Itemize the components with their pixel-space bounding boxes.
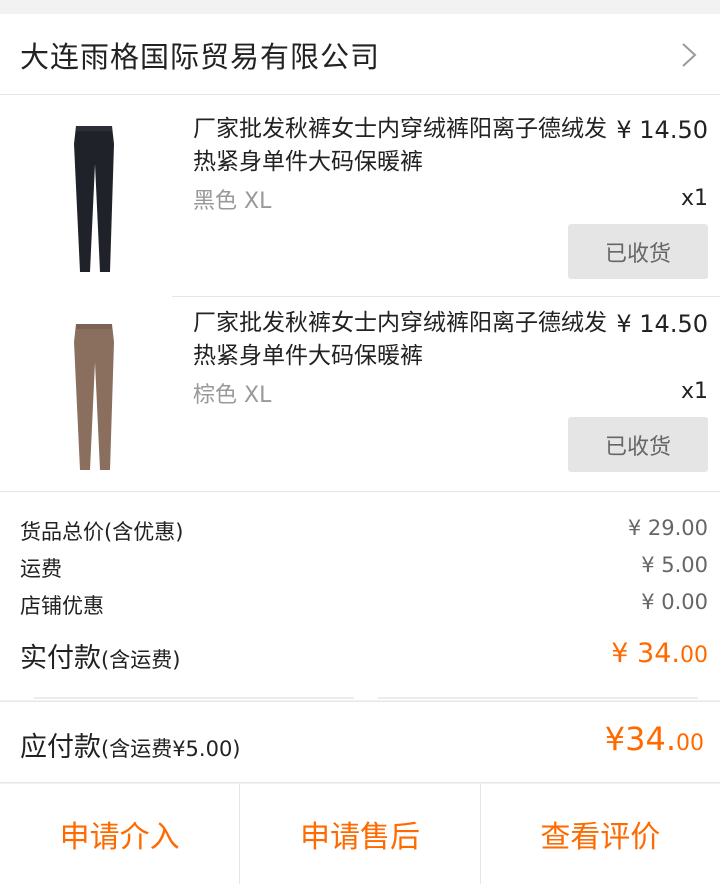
amount-due-value: ¥34.00 (605, 720, 704, 758)
store-name[interactable]: 大连雨格国际贸易有限公司 (20, 34, 380, 76)
goods-total-value: ¥ 29.00 (627, 516, 708, 540)
amount-due-note: (含运费¥5.00) (101, 737, 241, 761)
black-leggings-image[interactable] (40, 124, 150, 274)
item-quantity: x1 (680, 186, 708, 211)
actual-paid-integer: ¥ 34. (611, 638, 680, 669)
item-quantity: x1 (680, 379, 708, 404)
actual-paid-decimal: 00 (680, 643, 708, 668)
item-spec: 棕色 XL (193, 383, 272, 408)
item-price: ¥ 14.50 (616, 116, 708, 144)
actual-paid-note: (含运费) (101, 648, 181, 672)
item-title[interactable]: 厂家批发秋裤女士内穿绒裤阳离子德绒发热紧身单件大码保暖裤 (193, 113, 608, 179)
shipping-value: ¥ 5.00 (641, 553, 708, 577)
goods-total-label: 货品总价(含优惠) (20, 520, 184, 544)
item-title[interactable]: 厂家批发秋裤女士内穿绒裤阳离子德绒发热紧身单件大码保暖裤 (193, 307, 608, 373)
order-item[interactable]: 厂家批发秋裤女士内穿绒裤阳离子德绒发热紧身单件大码保暖裤 ¥ 14.50 棕色 … (0, 297, 720, 492)
apply-after-sales-button[interactable]: 申请售后 (240, 784, 481, 884)
amount-due-row: 应付款(含运费¥5.00) ¥34.00 (0, 701, 720, 783)
amount-due-label: 应付款(含运费¥5.00) (20, 725, 241, 764)
actual-paid-label: 实付款(含运费) (20, 636, 180, 675)
summary-divider (0, 491, 720, 492)
store-row[interactable]: 大连雨格国际贸易有限公司 (0, 14, 720, 95)
item-price: ¥ 14.50 (616, 310, 708, 338)
received-status-button[interactable]: 已收货 (568, 224, 708, 279)
store-discount-value: ¥ 0.00 (641, 590, 708, 614)
top-strip (0, 0, 720, 14)
brown-leggings-image[interactable] (40, 322, 150, 472)
amount-due-integer: ¥34. (604, 720, 676, 758)
actual-paid-amount: ¥ 34.00 (611, 638, 708, 669)
amount-due-title: 应付款 (20, 732, 101, 763)
actual-paid-title: 实付款 (20, 643, 101, 674)
actual-paid-row: 实付款(含运费) ¥ 34.00 (20, 636, 708, 676)
received-status-button[interactable]: 已收货 (568, 417, 708, 472)
store-discount-label: 店铺优惠 (20, 594, 104, 618)
action-bar: 申请介入 申请售后 查看评价 (0, 784, 720, 884)
shipping-label: 运费 (20, 557, 62, 581)
divider-line (34, 697, 354, 699)
chevron-right-icon[interactable] (680, 42, 698, 68)
apply-intervention-button[interactable]: 申请介入 (0, 784, 241, 884)
view-review-button[interactable]: 查看评价 (481, 784, 720, 884)
order-item[interactable]: 厂家批发秋裤女士内穿绒裤阳离子德绒发热紧身单件大码保暖裤 ¥ 14.50 黑色 … (0, 96, 720, 296)
amount-due-decimal: 00 (676, 731, 704, 756)
order-card: 大连雨格国际贸易有限公司 厂家批发秋裤女士内穿绒裤阳离子德绒发热紧身单件大码保暖… (0, 14, 720, 700)
item-spec: 黑色 XL (193, 189, 272, 214)
order-detail-page: 大连雨格国际贸易有限公司 厂家批发秋裤女士内穿绒裤阳离子德绒发热紧身单件大码保暖… (0, 0, 720, 884)
divider-line (378, 697, 698, 699)
